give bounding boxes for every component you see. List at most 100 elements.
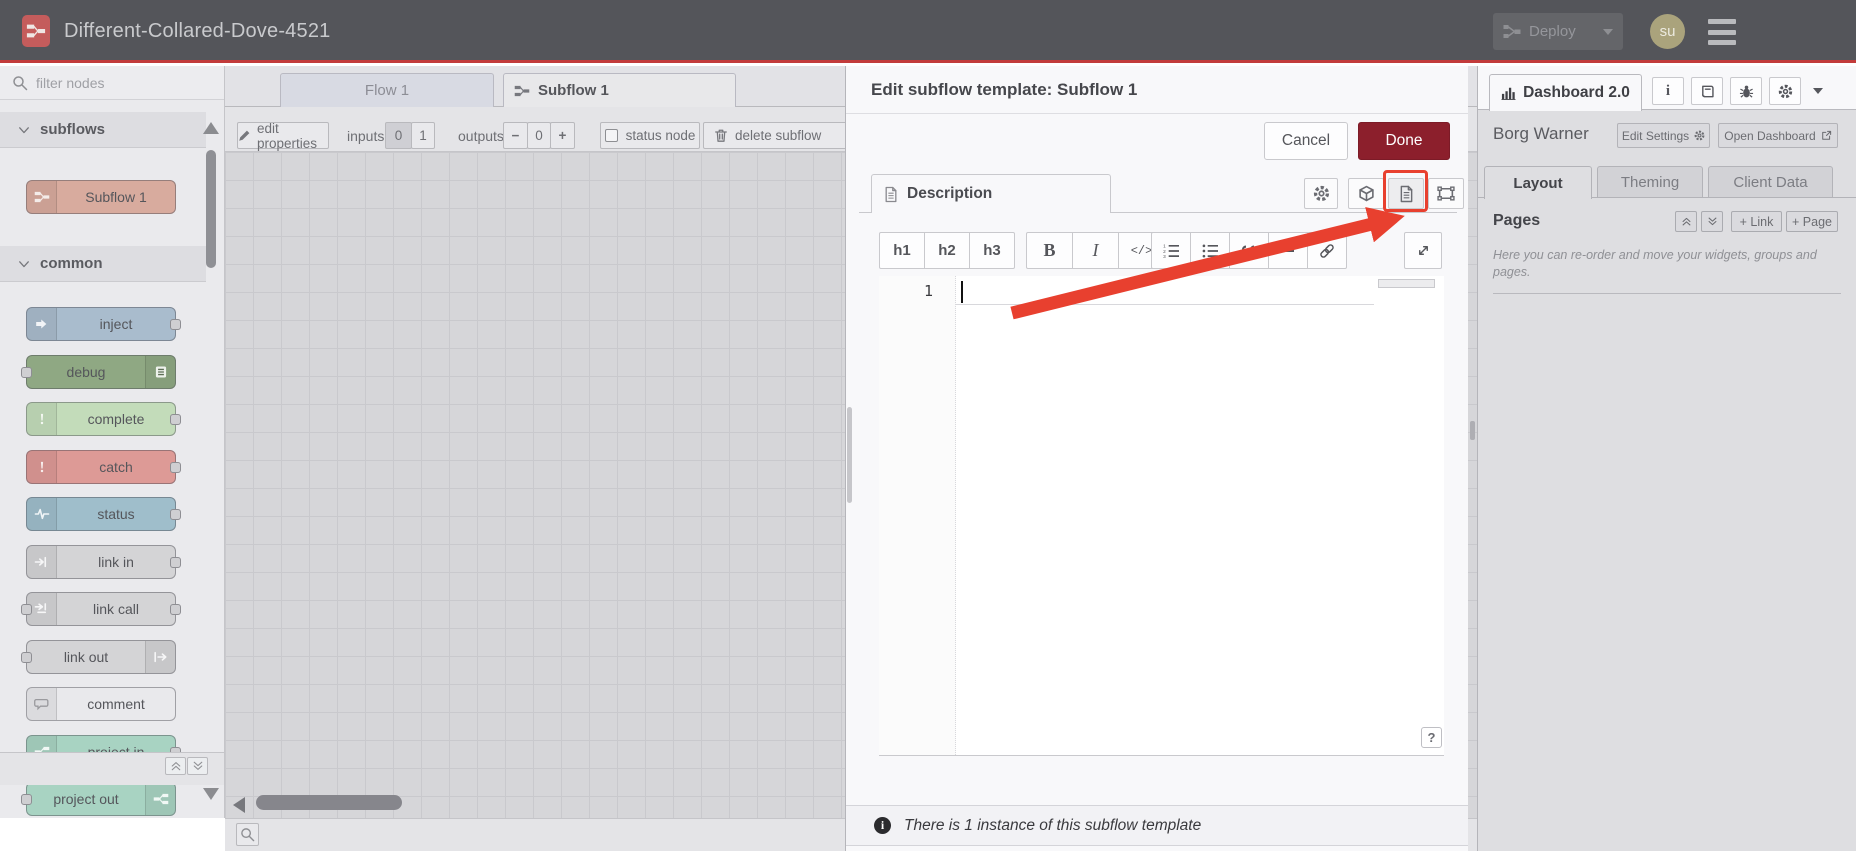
canvas-search-button[interactable] [236, 823, 259, 846]
remove-output-button[interactable]: − [503, 122, 528, 149]
debug-bug-button[interactable] [1730, 77, 1762, 105]
annotation-highlight-box [1383, 170, 1428, 212]
tab-theming[interactable]: Theming [1597, 166, 1703, 198]
format-button-group: B I </> [1026, 232, 1165, 269]
blockquote-button[interactable] [1229, 232, 1269, 269]
delete-subflow-button[interactable]: delete subflow [703, 122, 863, 149]
inputs-zero-button[interactable]: 0 [385, 122, 412, 149]
right-sidebar: Dashboard 2.0 i Borg Warner Edit Setting… [1477, 66, 1856, 851]
tab-flow-1[interactable]: Flow 1 [280, 73, 494, 107]
deploy-nodes-icon [1503, 24, 1521, 39]
palette-node-link-in[interactable]: link in [26, 544, 181, 579]
header-bar: Different-Collared-Dove-4521 Deploy su [0, 0, 1856, 63]
help-book-button[interactable] [1691, 77, 1723, 105]
tab-dashboard-2[interactable]: Dashboard 2.0 [1489, 74, 1642, 111]
edit-settings-label: Edit Settings [1621, 128, 1690, 143]
tray-resize-handle[interactable] [847, 407, 852, 503]
h3-button[interactable]: h3 [969, 232, 1015, 269]
status-node-toggle[interactable]: status node [600, 122, 700, 149]
collapse-categories-button[interactable] [165, 757, 186, 775]
add-page-button[interactable]: + Page [1786, 211, 1838, 232]
heading-button-group: h1 h2 h3 [879, 232, 1015, 269]
config-gear-button[interactable] [1769, 77, 1801, 105]
status-icon [27, 498, 57, 530]
unordered-list-button[interactable] [1190, 232, 1230, 269]
palette-node-inject[interactable]: inject [26, 307, 181, 341]
open-dashboard-button[interactable]: Open Dashboard [1718, 123, 1838, 148]
pages-move-up-button[interactable] [1675, 211, 1697, 232]
properties-gear-button[interactable] [1304, 178, 1338, 209]
appearance-frame-button[interactable] [1428, 178, 1464, 209]
tab-client-data[interactable]: Client Data [1708, 166, 1833, 198]
bold-button[interactable]: B [1026, 232, 1073, 269]
subflow-icon [514, 84, 530, 98]
tab-label: Subflow 1 [538, 82, 609, 99]
palette-node-complete[interactable]: complete [26, 402, 181, 436]
node-port [170, 319, 181, 330]
output-count-field[interactable]: 0 [527, 122, 551, 149]
done-button[interactable]: Done [1358, 122, 1450, 160]
h2-button[interactable]: h2 [924, 232, 970, 269]
status-node-label: status node [625, 128, 696, 143]
tab-subflow-1[interactable]: Subflow 1 [503, 73, 736, 107]
tab-description[interactable]: Description [871, 174, 1111, 213]
node-red-logo-icon [22, 15, 50, 47]
palette-category-common[interactable]: common [0, 246, 206, 282]
ordered-list-button[interactable]: 123 [1151, 232, 1191, 269]
external-link-icon [1821, 130, 1831, 140]
palette-category-subflows[interactable]: subflows [0, 112, 206, 148]
palette-node-label: catch [99, 458, 133, 475]
tab-layout[interactable]: Layout [1484, 166, 1592, 199]
user-avatar[interactable]: su [1650, 14, 1685, 49]
sidebar-splitter-handle[interactable] [1470, 421, 1475, 440]
editor-help-button[interactable]: ? [1421, 727, 1442, 748]
add-output-button[interactable]: + [550, 122, 575, 149]
palette-node-project-out[interactable]: project out [21, 782, 176, 816]
horizontal-rule-button[interactable] [1268, 232, 1308, 269]
palette-scroll-up-icon[interactable] [203, 122, 219, 134]
expand-categories-button[interactable] [187, 757, 208, 775]
pages-section-title: Pages [1493, 212, 1541, 229]
description-editor[interactable]: 1 ? [879, 276, 1444, 756]
module-cube-button[interactable] [1348, 178, 1384, 209]
palette-node-comment[interactable]: comment [26, 687, 176, 721]
palette-common-nodes: inject debug complete catch status link in lin… [21, 307, 181, 816]
deploy-caret-icon[interactable] [1603, 29, 1613, 35]
h1-button[interactable]: h1 [879, 232, 925, 269]
node-port [21, 794, 32, 805]
palette-node-link-out[interactable]: link out [21, 639, 176, 674]
link-button[interactable] [1307, 232, 1347, 269]
editor-scrollbar[interactable] [1378, 279, 1435, 288]
palette-node-status[interactable]: status [26, 497, 181, 531]
inputs-one-button[interactable]: 1 [411, 122, 435, 149]
sidebar-menu-caret-icon[interactable] [1813, 88, 1823, 94]
delete-subflow-label: delete subflow [735, 128, 822, 143]
info-tab-button[interactable]: i [1652, 77, 1684, 105]
italic-button[interactable]: I [1072, 232, 1119, 269]
filter-nodes-input[interactable] [36, 74, 196, 91]
dashboard-tab-label: Dashboard 2.0 [1523, 84, 1630, 101]
document-icon [884, 186, 898, 203]
pages-move-down-button[interactable] [1701, 211, 1723, 232]
palette-node-debug[interactable]: debug [21, 354, 176, 389]
cancel-button[interactable]: Cancel [1264, 122, 1348, 160]
expand-editor-button[interactable] [1404, 232, 1442, 269]
palette-node-catch[interactable]: catch [26, 449, 181, 484]
canvas-scroll-left-icon[interactable] [233, 797, 245, 813]
deploy-button[interactable]: Deploy [1493, 13, 1623, 50]
pages-help-text: Here you can re-order and move your widg… [1493, 248, 1817, 279]
palette-node-label: status [97, 506, 135, 522]
palette-node-link-call[interactable]: link call [21, 592, 181, 626]
palette-scroll-down-icon[interactable] [203, 788, 219, 800]
palette-footer [0, 752, 225, 785]
palette-scrollbar[interactable] [206, 150, 216, 268]
checkbox-icon[interactable] [604, 129, 618, 142]
search-icon [12, 75, 28, 91]
main-menu-icon[interactable] [1708, 19, 1736, 45]
add-link-button[interactable]: + Link [1731, 211, 1782, 232]
edit-properties-button[interactable]: edit properties [237, 121, 329, 151]
palette-node-subflow-1[interactable]: Subflow 1 [26, 180, 176, 214]
edit-settings-button[interactable]: Edit Settings [1617, 123, 1710, 148]
canvas-horizontal-scrollbar[interactable] [256, 795, 402, 810]
exclamation-icon [27, 403, 57, 435]
